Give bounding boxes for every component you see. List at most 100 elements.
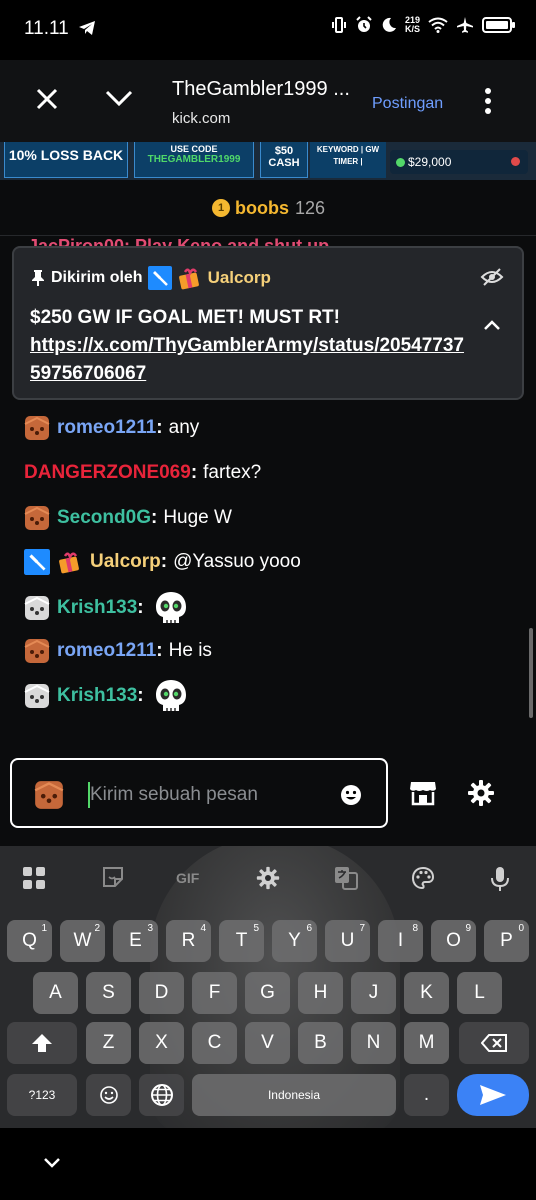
chat-username[interactable]: romeo1211: [57, 417, 156, 439]
battery-icon: [482, 17, 515, 33]
chat-text: He is: [168, 640, 212, 661]
key-i[interactable]: I8: [378, 920, 423, 962]
emoji-key[interactable]: [86, 1074, 131, 1116]
sticker-icon[interactable]: [102, 866, 124, 888]
page-title: TheGambler1999 ...: [172, 78, 350, 100]
keyword-box: KEYWORD | GW TIMER |: [310, 142, 386, 178]
apps-grid-icon[interactable]: [22, 866, 46, 890]
period-key[interactable]: .: [404, 1074, 449, 1116]
chat-username[interactable]: Krish133: [57, 597, 137, 619]
close-icon[interactable]: [34, 86, 60, 112]
key-g[interactable]: G: [245, 972, 290, 1014]
key-r[interactable]: R4: [166, 920, 211, 962]
key-s[interactable]: S: [86, 972, 131, 1014]
airplane-icon: [457, 17, 473, 33]
chat-message: romeo1211: any: [24, 413, 199, 443]
post-button[interactable]: Postingan: [372, 95, 443, 113]
key-o[interactable]: O9: [431, 920, 476, 962]
emoji-icon[interactable]: [340, 784, 362, 806]
key-w[interactable]: W2: [60, 920, 105, 962]
chat-goal-header[interactable]: 1 boobs 126: [0, 180, 536, 236]
microphone-icon[interactable]: [490, 866, 510, 892]
use-code-label: USE CODE: [170, 144, 218, 154]
translate-icon[interactable]: [334, 866, 358, 890]
palette-icon[interactable]: [411, 866, 435, 890]
chat-message: Ualcorp: @Yassuo yooo: [24, 547, 301, 577]
promo-code-box: USE CODE THEGAMBLER1999: [134, 142, 254, 178]
key-c[interactable]: C: [192, 1022, 237, 1064]
key-f[interactable]: F: [192, 972, 237, 1014]
browser-header: TheGambler1999 ... kick.com Postingan: [0, 60, 536, 142]
chat-text: fartex?: [203, 462, 262, 483]
symbols-key[interactable]: ?123: [7, 1074, 77, 1116]
chevron-up-icon[interactable]: [482, 318, 502, 332]
key-h[interactable]: H: [298, 972, 343, 1014]
balance-box: $29,000: [390, 150, 528, 174]
key-n[interactable]: N: [351, 1022, 396, 1064]
key-z[interactable]: Z: [86, 1022, 131, 1064]
status-bar: 11.11 219 K/S: [0, 0, 536, 60]
moon-icon: [382, 17, 396, 32]
moderator-hammer-icon: [24, 549, 50, 575]
network-speed: 219 K/S: [404, 15, 420, 34]
hide-keyboard-icon[interactable]: [42, 1156, 62, 1170]
key-a[interactable]: A: [33, 972, 78, 1014]
shift-key[interactable]: [7, 1022, 77, 1064]
pinned-by-label: Dikirim oleh: [51, 269, 143, 286]
chat-username[interactable]: Krish133: [57, 685, 137, 707]
chat-username[interactable]: romeo1211: [57, 640, 156, 662]
dice-icon[interactable]: [34, 780, 64, 810]
space-key[interactable]: Indonesia: [192, 1074, 396, 1116]
key-v[interactable]: V: [245, 1022, 290, 1064]
message-input[interactable]: Kirim sebuah pesan: [10, 758, 388, 828]
pinned-message-line: $250 GW IF GOAL MET! MUST RT!: [30, 307, 340, 328]
pinned-username[interactable]: Ualcorp: [208, 268, 271, 288]
pinned-message: Dikirim oleh Ualcorp $250 GW IF GOAL MET…: [12, 246, 524, 400]
vibrate-icon: [331, 17, 346, 33]
more-options-icon[interactable]: [480, 87, 496, 115]
pinned-link[interactable]: https://x.com/ThyGamblerArmy/status/2054…: [30, 332, 470, 388]
shift-icon: [32, 1034, 52, 1052]
status-icons: 219 K/S: [331, 16, 516, 34]
key-x[interactable]: X: [139, 1022, 184, 1064]
white-dice-icon: [24, 684, 50, 708]
chat-username[interactable]: Ualcorp: [90, 551, 161, 573]
backspace-key[interactable]: [459, 1022, 529, 1064]
promo-code: THEGAMBLER1999: [147, 154, 241, 165]
gif-button[interactable]: GIF: [176, 870, 199, 886]
gift-badge-icon: [59, 552, 79, 574]
settings-icon[interactable]: [256, 866, 280, 890]
key-k[interactable]: K: [404, 972, 449, 1014]
send-key[interactable]: [457, 1074, 529, 1116]
chat-text: any: [168, 417, 200, 438]
chat-message: romeo1211: He is: [24, 636, 212, 666]
dice-icon: [24, 506, 50, 530]
key-d[interactable]: D: [139, 972, 184, 1014]
dice-icon: [24, 639, 50, 663]
skull-emote: [155, 592, 186, 623]
pinned-text: $250 GW IF GOAL MET! MUST RT! https://x.…: [30, 304, 470, 388]
backspace-icon: [480, 1034, 507, 1052]
chat-composer: Kirim sebuah pesan: [0, 742, 536, 846]
chevron-down-icon[interactable]: [104, 88, 134, 108]
language-key[interactable]: [139, 1074, 184, 1116]
chat-scrollbar[interactable]: [529, 628, 533, 718]
wifi-icon: [428, 17, 448, 33]
chat-username[interactable]: DANGERZONE069: [24, 462, 191, 484]
message-placeholder: Kirim sebuah pesan: [90, 784, 258, 805]
chat-username[interactable]: Second0G: [57, 507, 151, 529]
store-icon[interactable]: [409, 780, 437, 806]
key-y[interactable]: Y6: [272, 920, 317, 962]
key-q[interactable]: Q1: [7, 920, 52, 962]
key-p[interactable]: P0: [484, 920, 529, 962]
eye-off-icon[interactable]: [480, 267, 504, 287]
key-j[interactable]: J: [351, 972, 396, 1014]
emoji-keyboard-icon: [99, 1086, 118, 1104]
key-t[interactable]: T5: [219, 920, 264, 962]
gear-icon[interactable]: [467, 779, 495, 807]
key-e[interactable]: E3: [113, 920, 158, 962]
key-l[interactable]: L: [457, 972, 502, 1014]
key-m[interactable]: M: [404, 1022, 449, 1064]
key-b[interactable]: B: [298, 1022, 343, 1064]
key-u[interactable]: U7: [325, 920, 370, 962]
